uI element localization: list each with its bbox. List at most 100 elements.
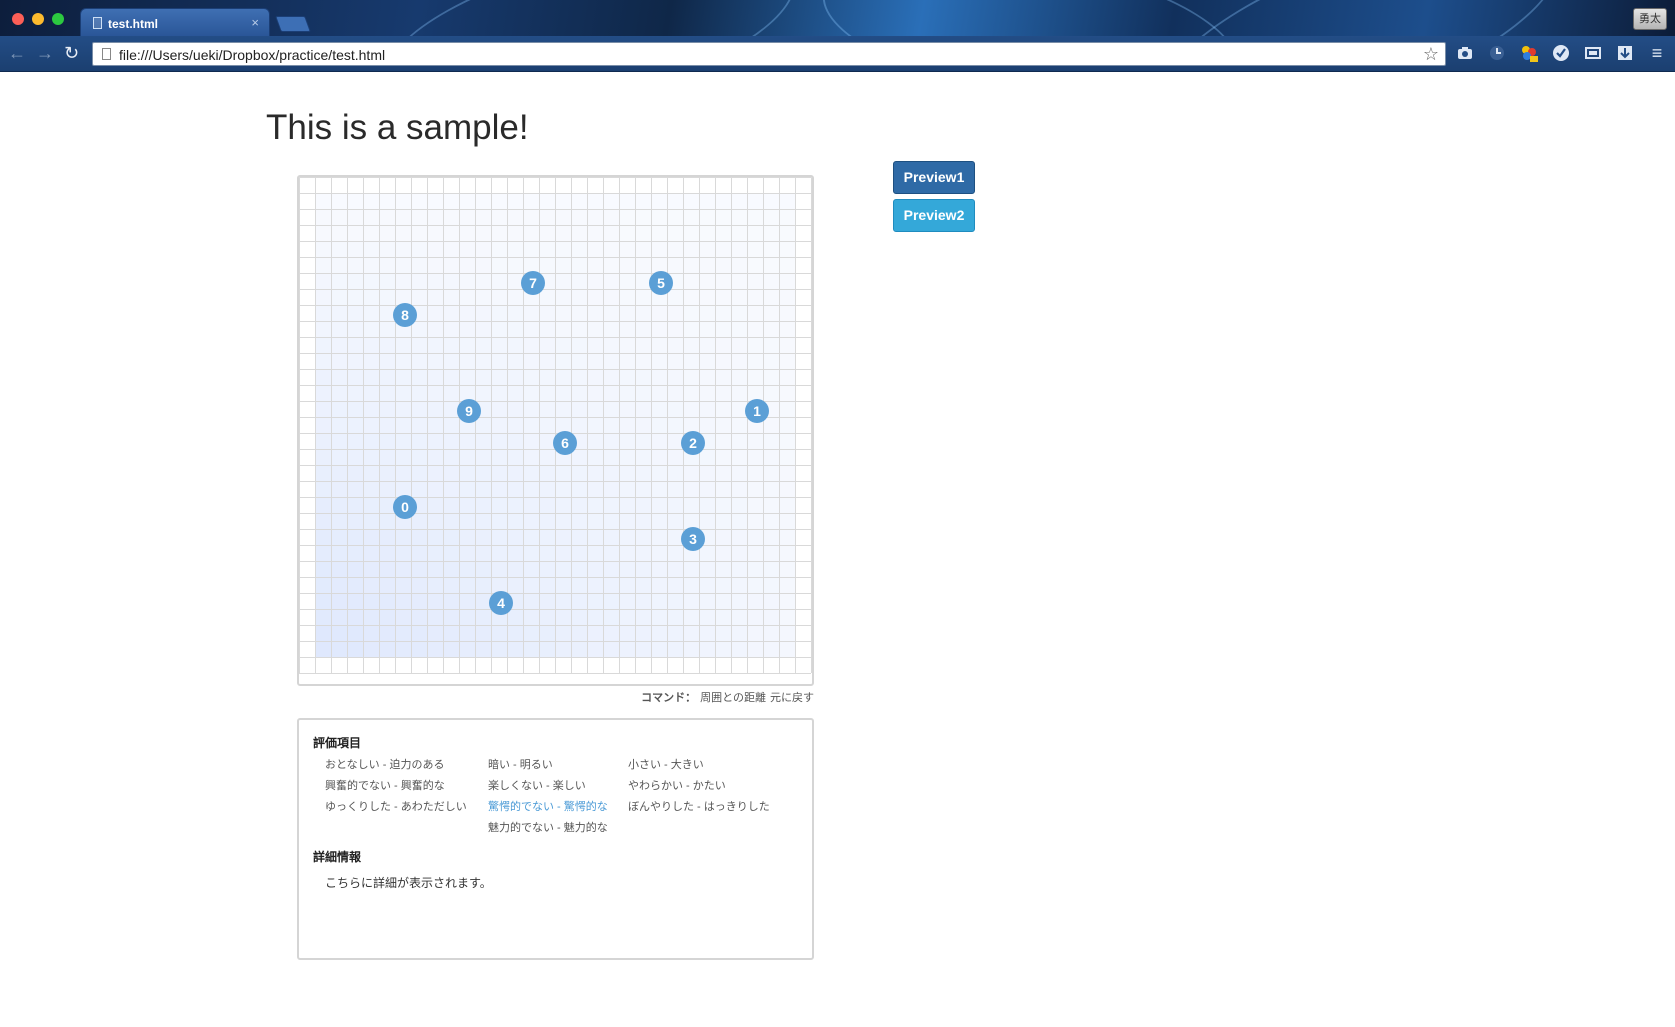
marker-3[interactable]: 3 <box>681 527 705 551</box>
heat-cell <box>331 225 347 241</box>
heat-cell <box>411 577 427 593</box>
heat-cell <box>395 625 411 641</box>
zoom-window-button[interactable] <box>52 13 64 25</box>
grid-map[interactable]: 0 1 2 3 4 5 6 7 8 9 <box>297 175 814 686</box>
new-tab-button[interactable] <box>275 16 311 32</box>
heat-cell <box>587 513 603 529</box>
marker-7[interactable]: 7 <box>521 271 545 295</box>
heat-cell <box>731 433 747 449</box>
marker-label: 1 <box>753 403 761 419</box>
heat-cell <box>587 225 603 241</box>
bookmark-star-icon[interactable]: ☆ <box>1423 44 1439 65</box>
heat-cell <box>779 577 795 593</box>
marker-9[interactable]: 9 <box>457 399 481 423</box>
eval-pair[interactable]: ぼんやりした - はっきりした <box>628 798 770 814</box>
heat-cell <box>427 337 443 353</box>
heat-cell <box>523 609 539 625</box>
eval-pair-active[interactable]: 驚愕的でない - 驚愕的な <box>488 798 608 814</box>
marker-6[interactable]: 6 <box>553 431 577 455</box>
marker-4[interactable]: 4 <box>489 591 513 615</box>
heat-cell <box>715 337 731 353</box>
check-extension-icon[interactable] <box>1552 44 1570 62</box>
heat-cell <box>603 353 619 369</box>
heat-cell <box>395 241 411 257</box>
heat-cell <box>395 529 411 545</box>
camera-extension-icon[interactable] <box>1456 44 1474 62</box>
heat-cell <box>683 321 699 337</box>
command-undo[interactable]: 元に戻す <box>770 692 814 704</box>
eval-pair[interactable]: 楽しくない - 楽しい <box>488 777 586 793</box>
heat-cell <box>507 193 523 209</box>
preview2-button[interactable]: Preview2 <box>893 199 975 232</box>
url-text[interactable]: file:///Users/ueki/Dropbox/practice/test… <box>119 47 385 63</box>
heat-cell <box>555 225 571 241</box>
heat-cell <box>667 257 683 273</box>
heat-cell <box>443 273 459 289</box>
heat-cell <box>507 209 523 225</box>
heat-cell <box>715 273 731 289</box>
heat-cell <box>363 593 379 609</box>
browser-toolbar: ← → ↻ file:///Users/ueki/Dropbox/practic… <box>0 36 1675 72</box>
heat-cell <box>763 209 779 225</box>
marker-2[interactable]: 2 <box>681 431 705 455</box>
heat-cell <box>635 577 651 593</box>
heat-cell <box>331 465 347 481</box>
heat-cell <box>699 593 715 609</box>
heat-cell <box>395 641 411 657</box>
tab-close-icon[interactable]: × <box>251 15 259 30</box>
marker-5[interactable]: 5 <box>649 271 673 295</box>
heat-cell <box>555 641 571 657</box>
eval-pair[interactable]: やわらかい - かたい <box>628 777 726 793</box>
menu-icon[interactable]: ≡ <box>1648 44 1666 62</box>
heat-cell <box>443 641 459 657</box>
clock-extension-icon[interactable] <box>1488 44 1506 62</box>
address-bar[interactable]: file:///Users/ueki/Dropbox/practice/test… <box>92 42 1446 66</box>
heat-cell <box>411 545 427 561</box>
heat-cell <box>411 401 427 417</box>
forward-icon[interactable]: → <box>36 43 54 63</box>
heat-cell <box>395 257 411 273</box>
window-extension-icon[interactable] <box>1584 44 1602 62</box>
heat-cell <box>747 225 763 241</box>
eval-pair[interactable]: ゆっくりした - あわただしい <box>325 798 467 814</box>
grid-canvas[interactable]: 0 1 2 3 4 5 6 7 8 9 <box>299 177 812 684</box>
heat-cell <box>395 449 411 465</box>
eval-pair[interactable]: おとなしい - 迫力のある <box>325 756 444 772</box>
preview1-button[interactable]: Preview1 <box>893 161 975 194</box>
heat-cell <box>619 529 635 545</box>
marker-8[interactable]: 8 <box>393 303 417 327</box>
eval-pair[interactable]: 興奮的でない - 興奮的な <box>325 777 445 793</box>
heat-cell <box>315 609 331 625</box>
heat-cell <box>763 193 779 209</box>
heat-cell <box>443 193 459 209</box>
eval-pair[interactable]: 小さい - 大きい <box>628 756 704 772</box>
back-icon[interactable]: ← <box>8 43 26 63</box>
heat-cell <box>363 625 379 641</box>
heat-cell <box>603 449 619 465</box>
heat-cell <box>539 481 555 497</box>
eval-pair[interactable]: 魅力的でない - 魅力的な <box>488 819 608 835</box>
colors-extension-icon[interactable] <box>1520 44 1538 62</box>
browser-tab[interactable]: test.html × <box>80 8 270 36</box>
heat-cell <box>587 209 603 225</box>
marker-0[interactable]: 0 <box>393 495 417 519</box>
heat-cell <box>603 577 619 593</box>
heat-cell <box>731 401 747 417</box>
minimize-window-button[interactable] <box>32 13 44 25</box>
reload-icon[interactable]: ↻ <box>64 43 79 63</box>
heat-cell <box>411 561 427 577</box>
heat-cell <box>635 337 651 353</box>
command-distance[interactable]: 周囲との距離 <box>700 692 766 704</box>
profile-button[interactable]: 勇太 <box>1633 8 1667 30</box>
heat-cell <box>715 593 731 609</box>
marker-1[interactable]: 1 <box>745 399 769 423</box>
heat-cell <box>363 257 379 273</box>
download-icon[interactable] <box>1616 44 1634 62</box>
eval-pair[interactable]: 暗い - 明るい <box>488 756 553 772</box>
heat-cell <box>555 497 571 513</box>
close-window-button[interactable] <box>12 13 24 25</box>
heat-cell <box>539 209 555 225</box>
heat-cell <box>699 625 715 641</box>
heat-cell <box>779 593 795 609</box>
heat-cell <box>715 641 731 657</box>
